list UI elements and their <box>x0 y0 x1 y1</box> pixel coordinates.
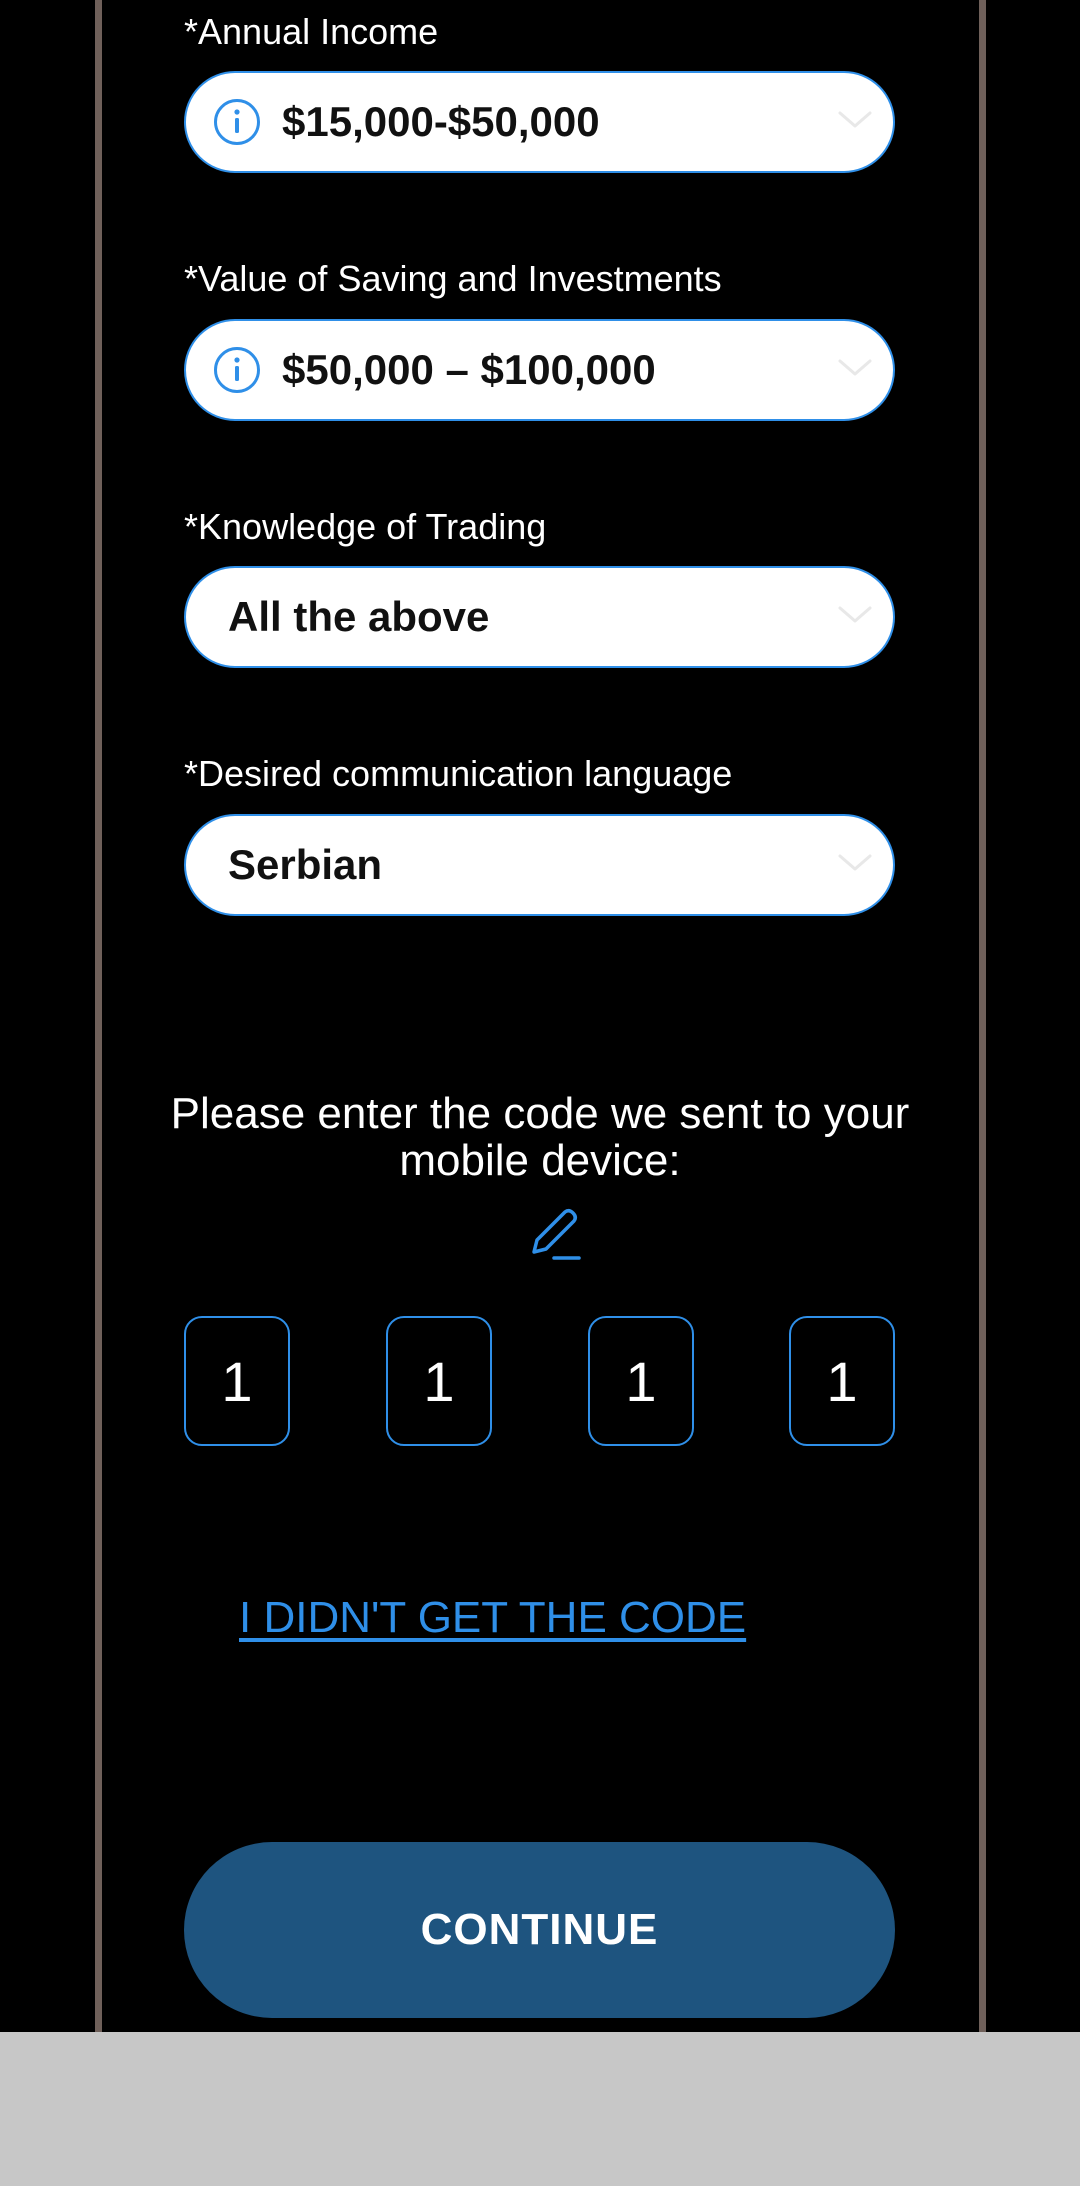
savings-value-label: *Value of Saving and Investments <box>184 258 722 299</box>
chevron-down-icon <box>838 854 872 871</box>
communication-language-value: Serbian <box>228 841 383 888</box>
code-digit-4[interactable] <box>789 1316 895 1446</box>
savings-value-value: $50,000 – $100,000 <box>282 346 656 393</box>
trading-knowledge-label: *Knowledge of Trading <box>184 506 547 547</box>
code-digit-1[interactable] <box>184 1316 290 1446</box>
code-digit-2[interactable] <box>386 1316 492 1446</box>
bottom-bar <box>0 2032 1080 2186</box>
info-icon[interactable] <box>212 97 262 147</box>
code-digit-3[interactable] <box>588 1316 694 1446</box>
trading-knowledge-value: All the above <box>228 593 490 640</box>
savings-value-select[interactable]: $50,000 – $100,000 <box>184 319 895 421</box>
communication-language-label: *Desired communication language <box>184 753 733 794</box>
annual-income-select[interactable]: $15,000-$50,000 <box>184 71 895 173</box>
info-icon[interactable] <box>212 345 262 395</box>
annual-income-label: *Annual Income <box>184 11 439 52</box>
annual-income-value: $15,000-$50,000 <box>282 98 600 145</box>
resend-code-link[interactable]: I DIDN'T GET THE CODE <box>239 1590 746 1646</box>
chevron-down-icon <box>838 111 872 128</box>
code-prompt: Please enter the code we sent to your mo… <box>170 1089 910 1185</box>
trading-knowledge-select[interactable]: All the above <box>184 566 895 668</box>
continue-button[interactable]: CONTINUE <box>184 1842 895 2018</box>
chevron-down-icon <box>838 606 872 623</box>
registration-page: *Annual Income $15,000-$50,000 *Value of… <box>0 0 1080 2186</box>
pencil-icon[interactable] <box>524 1204 584 1264</box>
communication-language-select[interactable]: Serbian <box>184 814 895 916</box>
frame-left-border <box>95 0 102 2032</box>
chevron-down-icon <box>838 359 872 376</box>
frame-right-border <box>979 0 986 2032</box>
